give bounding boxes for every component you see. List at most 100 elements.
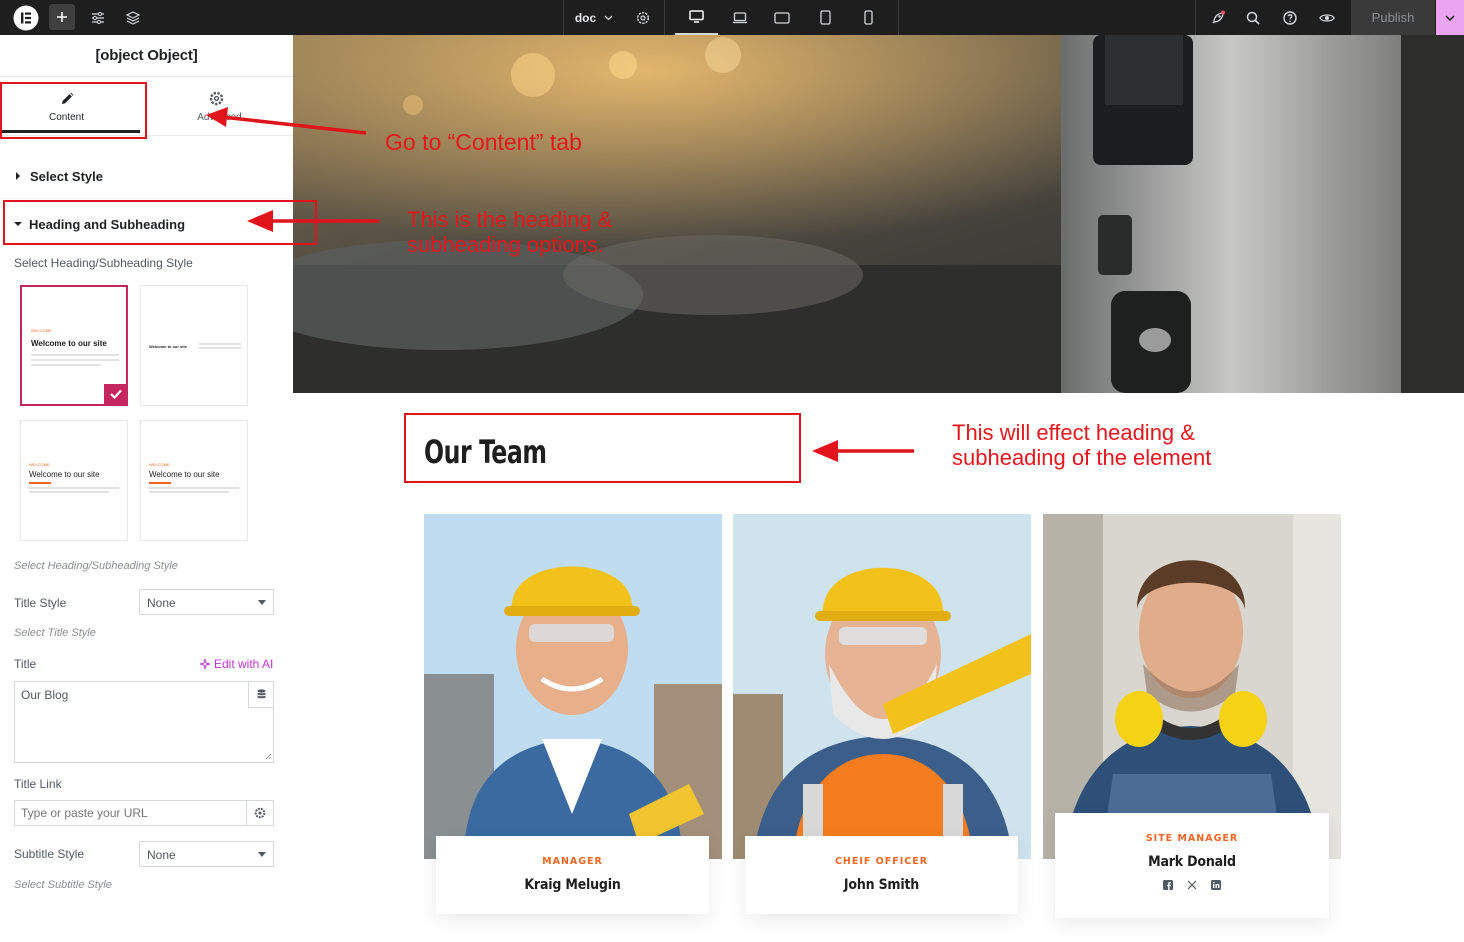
member-name[interactable]: Mark Donald: [1055, 854, 1329, 870]
subtitle-style-select[interactable]: None: [139, 841, 274, 867]
separator: [1195, 0, 1196, 35]
thumb-text-line: [199, 347, 241, 349]
thumb-title: Welcome to our site: [149, 470, 220, 479]
layers-icon: [126, 10, 140, 25]
highlight-section-title: [404, 413, 801, 483]
separator: [563, 0, 564, 35]
highlight-content-tab: [0, 82, 147, 139]
thumb-title: Welcome to our site: [29, 470, 100, 479]
gear-icon: [636, 11, 650, 24]
member-role: CHEIF OFFICER: [834, 856, 929, 867]
add-element-button[interactable]: [49, 4, 75, 30]
member-name[interactable]: Kraig Melugin: [436, 877, 709, 893]
heading-style-option-3[interactable]: WELCOME Welcome to our site: [20, 420, 128, 541]
eye-icon: [1319, 13, 1335, 22]
laptop-view-button[interactable]: [720, 0, 760, 35]
structure-button[interactable]: [121, 0, 145, 35]
publish-options-button[interactable]: [1436, 0, 1464, 35]
annotation-effect-line1: This will effect heading &: [952, 420, 1195, 445]
separator: [898, 0, 899, 35]
thumb-text-line: [199, 343, 241, 345]
thumb-subtitle: WELCOME: [149, 462, 170, 467]
thumb-title: Welcome to our site: [149, 344, 187, 349]
desktop-view-button[interactable]: [675, 0, 718, 35]
database-icon: [257, 689, 266, 699]
member-name[interactable]: John Smith: [745, 877, 1018, 893]
facebook-icon[interactable]: [1163, 880, 1173, 890]
thumb-text-line: [31, 354, 119, 356]
elementor-logo[interactable]: [11, 0, 41, 35]
panel-title: [object Object]: [0, 35, 293, 77]
team-photo-1: [424, 514, 722, 859]
laptop-icon: [733, 11, 747, 23]
team-photo-3: [1043, 514, 1341, 859]
dynamic-tags-button[interactable]: [248, 682, 274, 708]
heading-style-option-1[interactable]: WELCOME Welcome to our site: [20, 285, 128, 406]
heading-style-hint: Select Heading/Subheading Style: [14, 560, 178, 572]
page-settings-button[interactable]: [631, 0, 655, 35]
subtitle-style-hint: Select Subtitle Style: [14, 879, 112, 891]
annotation-heading-options-line2: subheading options.: [407, 232, 604, 258]
title-link-input[interactable]: [14, 800, 247, 826]
publish-button[interactable]: Publish: [1351, 0, 1435, 35]
subtitle-style-value: None: [147, 848, 176, 862]
help-button[interactable]: [1278, 0, 1302, 35]
link-options-button[interactable]: [246, 800, 274, 826]
x-icon[interactable]: [1187, 880, 1197, 890]
tablet-view-button[interactable]: [805, 0, 845, 35]
arrow-left-icon: [812, 440, 914, 462]
notifications-button[interactable]: [1206, 0, 1230, 35]
selected-badge: [104, 384, 128, 404]
thumb-text-line: [31, 359, 119, 361]
tablet-landscape-view-button[interactable]: [762, 0, 802, 35]
title-textarea[interactable]: Our Blog: [14, 681, 274, 763]
chevron-down-icon: [1445, 14, 1455, 21]
tablet-icon: [819, 10, 831, 25]
annotation-effect: This will effect heading & subheading of…: [952, 420, 1211, 471]
search-button[interactable]: [1241, 0, 1265, 35]
document-dropdown[interactable]: doc: [570, 0, 618, 35]
member-role: SITE MANAGER: [1145, 833, 1239, 844]
title-label: Title: [14, 657, 37, 671]
annotation-heading-options: This is the heading & subheading options…: [407, 207, 612, 258]
worker-photo-3: [1043, 514, 1341, 859]
editor-top-bar: doc Publish: [0, 0, 1464, 35]
site-settings-button[interactable]: [86, 0, 110, 35]
annotation-content-tab: Go to “Content” tab: [385, 129, 582, 155]
search-icon: [1246, 11, 1260, 25]
thumb-text-line: [149, 487, 239, 489]
thumb-text-line: [31, 364, 101, 366]
preview-button[interactable]: [1315, 0, 1339, 35]
annotation-effect-line2: subheading of the element: [952, 445, 1212, 471]
team-card-info-3: SITE MANAGER Mark Donald: [1055, 813, 1329, 918]
title-style-select[interactable]: None: [139, 589, 274, 615]
worker-photo-2: [733, 514, 1031, 859]
title-value: Our Blog: [21, 688, 69, 702]
heading-style-option-4[interactable]: WELCOME Welcome to our site: [140, 420, 248, 541]
title-style-value: None: [147, 596, 176, 610]
team-card-info-2: CHEIF OFFICER John Smith: [745, 836, 1018, 914]
thumb-text-line: [29, 487, 119, 489]
thumb-accent-line: [149, 482, 171, 484]
check-icon: [110, 389, 122, 399]
elementor-logo-icon: [13, 5, 39, 30]
title-link-label: Title Link: [14, 777, 62, 791]
document-label: doc: [574, 10, 597, 25]
thumb-subtitle: WELCOME: [29, 462, 50, 467]
heading-style-label: Select Heading/Subheading Style: [14, 256, 193, 270]
arrow-left-icon: [247, 210, 379, 232]
member-role: MANAGER: [542, 856, 603, 867]
heading-style-option-2[interactable]: Welcome to our site: [140, 285, 248, 406]
thumb-text-line: [149, 491, 229, 493]
edit-with-ai-button[interactable]: Edit with AI: [199, 657, 273, 671]
thumb-subtitle: WELCOME: [31, 328, 52, 333]
mobile-view-button[interactable]: [848, 0, 888, 35]
thumb-text-line: [29, 491, 109, 493]
help-icon: [1283, 10, 1297, 25]
resize-handle-icon[interactable]: [265, 753, 272, 760]
chevron-down-icon: [258, 600, 266, 605]
linkedin-icon[interactable]: [1211, 880, 1221, 890]
section-select-style[interactable]: Select Style: [15, 168, 285, 184]
section-divider: [0, 198, 293, 199]
annotation-heading-options-line1: This is the heading &: [407, 207, 613, 232]
